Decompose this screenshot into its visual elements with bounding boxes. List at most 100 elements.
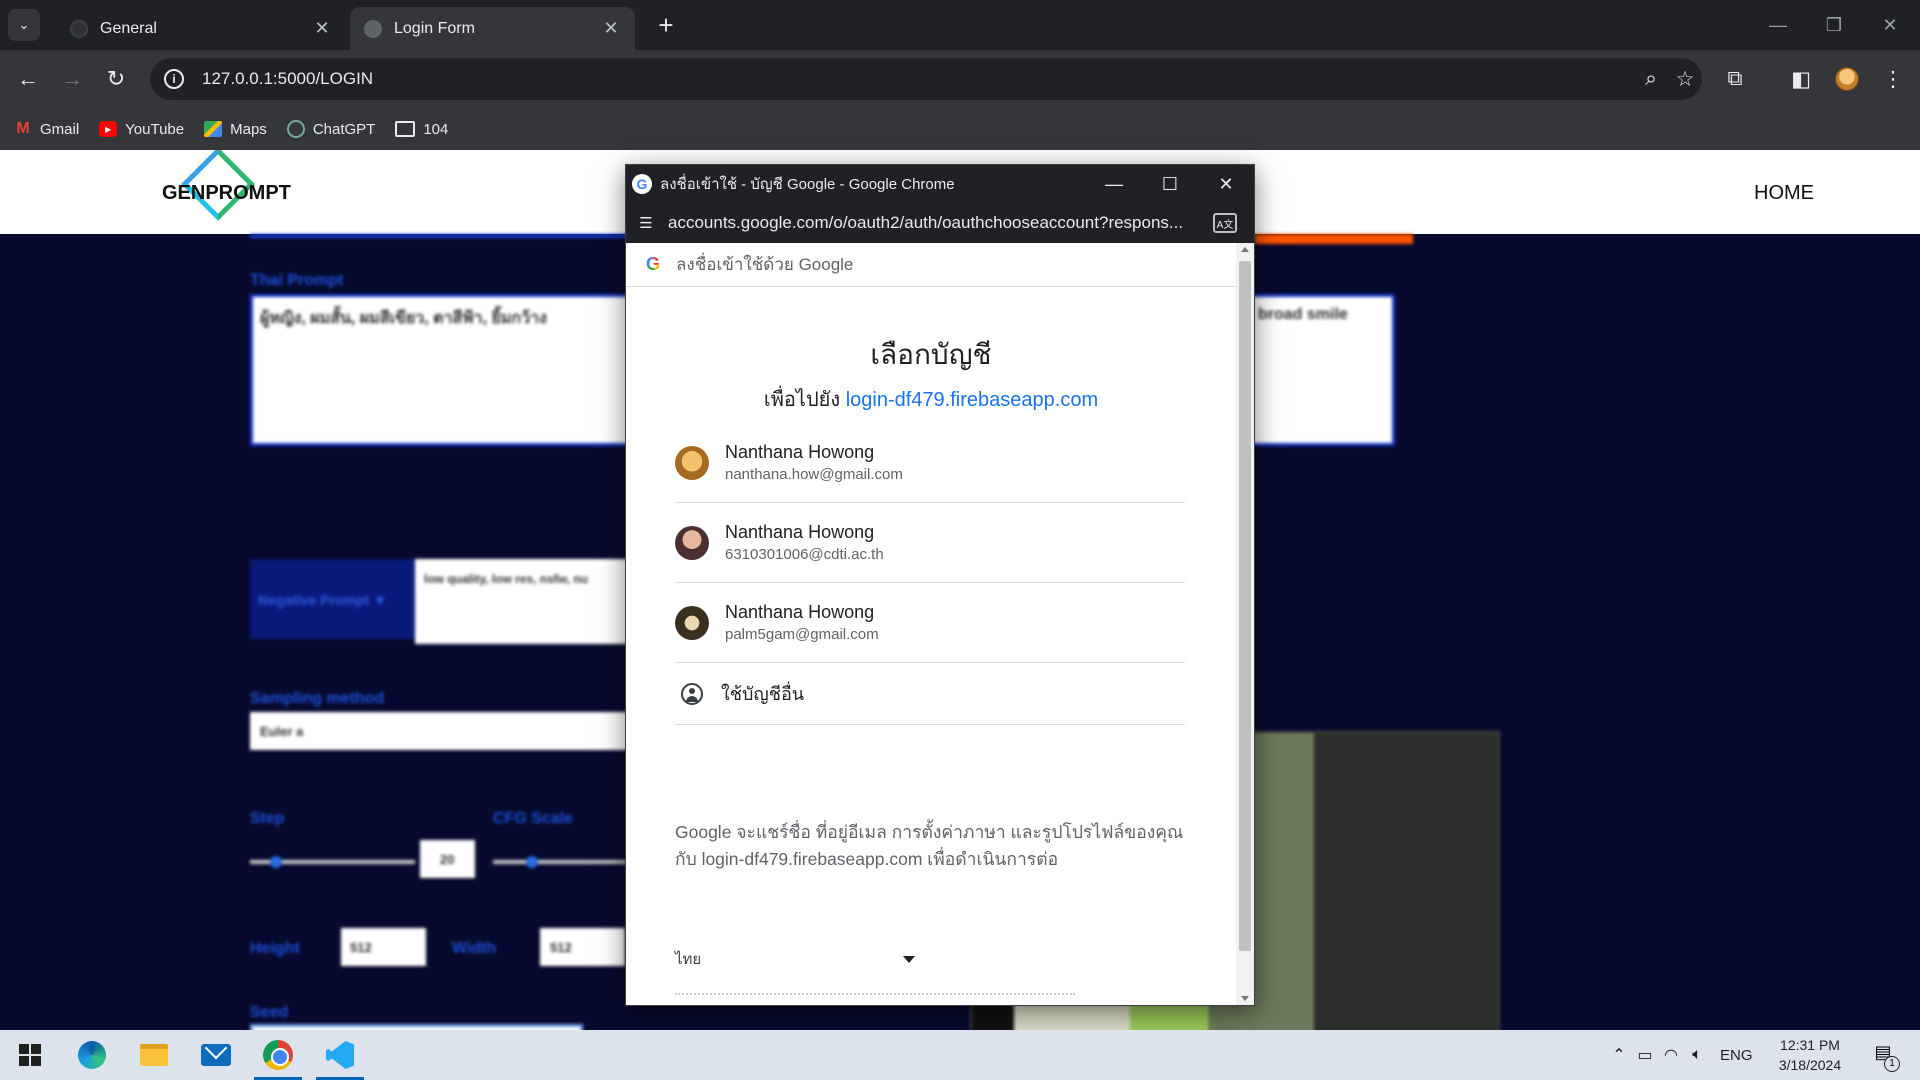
account-item[interactable]: Nanthana Howong nanthana.how@gmail.com	[675, 423, 1185, 503]
zoom-icon[interactable]: ⌕	[1634, 67, 1668, 91]
account-item[interactable]: Nanthana Howong palm5gam@gmail.com	[675, 583, 1185, 663]
sampling-method-value: Euler a	[260, 724, 304, 739]
scroll-up-icon[interactable]	[1241, 247, 1249, 252]
edge-icon	[78, 1041, 106, 1069]
account-text: Nanthana Howong nanthana.how@gmail.com	[725, 442, 903, 483]
popup-close-button[interactable]: ✕	[1198, 165, 1254, 203]
browser-toolbar: ← → ↻ i 127.0.0.1:5000/LOGIN ⌕ ☆ ⧉ ◧ ⋮	[0, 50, 1920, 108]
battery-icon[interactable]: ▭	[1632, 1045, 1658, 1065]
start-button[interactable]	[2, 1030, 58, 1080]
cfg-scale-slider-handle[interactable]	[526, 856, 538, 868]
scroll-down-icon[interactable]	[1241, 996, 1249, 1001]
wifi-icon[interactable]: ◠	[1658, 1045, 1684, 1065]
bookmark-gmail[interactable]: M Gmail	[14, 120, 80, 138]
address-url[interactable]: 127.0.0.1:5000/LOGIN	[202, 69, 1634, 89]
account-item[interactable]: Nanthana Howong 6310301006@cdti.ac.th	[675, 503, 1185, 583]
bookmark-chatgpt[interactable]: ChatGPT	[286, 120, 376, 138]
step-label: Step	[250, 810, 285, 827]
bookmark-label: Maps	[230, 120, 267, 138]
bookmark-folder-104[interactable]: 104	[395, 121, 448, 138]
close-icon[interactable]: ✕	[312, 18, 332, 39]
account-email: 6310301006@cdti.ac.th	[725, 546, 884, 563]
side-panel-button[interactable]: ◧	[1784, 63, 1818, 95]
back-button[interactable]: ←	[12, 63, 44, 95]
clock-time: 12:31 PM	[1780, 1037, 1840, 1053]
bookmark-label: YouTube	[125, 120, 185, 138]
reload-button[interactable]: ↻	[100, 63, 132, 95]
account-text: Nanthana Howong palm5gam@gmail.com	[725, 602, 879, 643]
negative-prompt-label: Negative Prompt ▼	[258, 592, 387, 608]
gmail-icon: M	[16, 120, 30, 137]
forward-button[interactable]: →	[56, 63, 88, 95]
cfg-scale-slider[interactable]	[493, 860, 633, 864]
taskbar-file-explorer[interactable]	[126, 1030, 182, 1080]
arrow-right-icon: →	[61, 66, 83, 91]
volume-icon[interactable]: 🔈︎	[1684, 1046, 1710, 1064]
account-name: Nanthana Howong	[725, 602, 875, 622]
avatar	[675, 605, 709, 640]
bookmark-youtube[interactable]: ▶ YouTube	[99, 121, 184, 138]
google-g-icon: G	[646, 254, 661, 274]
seed-label: Seed	[250, 1004, 289, 1021]
scroll-thumb[interactable]	[1239, 261, 1251, 951]
bookmark-label: ChatGPT	[312, 120, 376, 138]
nav-home-link[interactable]: HOME	[1754, 182, 1814, 205]
popup-address-bar[interactable]: ☰ accounts.google.com/o/oauth2/auth/oaut…	[626, 203, 1254, 243]
site-settings-icon[interactable]: ☰	[636, 214, 656, 232]
taskbar-edge[interactable]	[64, 1030, 120, 1080]
popup-titlebar[interactable]: G ลงชื่อเข้าใช้ - บัญชี Google - Google …	[626, 165, 1254, 203]
bookmark-label: 104	[423, 120, 449, 138]
use-another-account-button[interactable]: ใช้บัญชีอื่น	[675, 663, 1185, 725]
new-tab-button[interactable]: +	[650, 9, 682, 41]
profile-button[interactable]	[1830, 63, 1864, 95]
close-window-button[interactable]: ✕	[1862, 0, 1918, 50]
signin-header-text: ลงชื่อเข้าใช้ด้วย Google	[676, 255, 854, 274]
taskbar-chrome[interactable]	[250, 1030, 306, 1080]
cfg-scale-label: CFG Scale	[493, 810, 574, 827]
maximize-icon: ☐	[1161, 173, 1179, 194]
popup-url[interactable]: accounts.google.com/o/oauth2/auth/oauthc…	[668, 213, 1203, 233]
notification-center-button[interactable]: ▤ 1	[1868, 1042, 1900, 1072]
clock[interactable]: 12:31 PM 3/18/2024	[1766, 1035, 1854, 1075]
vscode-icon	[326, 1041, 354, 1069]
notification-count: 1	[1884, 1056, 1900, 1072]
use-another-account-label: ใช้บัญชีอื่น	[721, 684, 805, 704]
close-icon[interactable]: ✕	[601, 18, 621, 39]
sampling-method-select[interactable]	[250, 712, 650, 750]
address-bar[interactable]: i 127.0.0.1:5000/LOGIN ⌕ ☆	[150, 58, 1702, 100]
bookmark-label: Gmail	[40, 120, 80, 138]
account-text: Nanthana Howong 6310301006@cdti.ac.th	[725, 522, 884, 563]
taskbar-mail[interactable]	[188, 1030, 244, 1080]
step-slider-handle[interactable]	[270, 856, 282, 868]
restore-button[interactable]: ❐	[1806, 0, 1862, 50]
popup-scrollbar[interactable]	[1236, 243, 1254, 1005]
close-icon: ✕	[1882, 14, 1898, 35]
account-circle-icon	[681, 682, 703, 705]
genprompt-logo[interactable]: GENPROMPT	[162, 150, 291, 224]
maps-icon	[204, 121, 223, 137]
extensions-button[interactable]: ⧉	[1718, 63, 1752, 95]
language-select[interactable]: ไทย	[675, 943, 915, 975]
plus-icon: +	[658, 9, 674, 40]
subtitle-prefix: เพื่อไปยัง	[763, 389, 841, 411]
width-value: 512	[550, 940, 572, 955]
taskbar-vscode[interactable]	[312, 1030, 368, 1080]
translate-icon[interactable]: A文	[1213, 213, 1237, 233]
tab-title: Login Form	[394, 19, 475, 37]
menu-button[interactable]: ⋮	[1876, 63, 1910, 95]
bookmark-star-icon[interactable]: ☆	[1668, 67, 1702, 92]
app-domain-link[interactable]: login-df479.firebaseapp.com	[846, 389, 1098, 411]
tab-login-form[interactable]: Login Form ✕	[350, 7, 635, 50]
minimize-button[interactable]: —	[1750, 0, 1806, 50]
language-value: ไทย	[675, 951, 702, 968]
generate-button[interactable]	[1255, 234, 1413, 244]
tab-search-button[interactable]: ⌄	[8, 9, 40, 41]
reload-icon: ↻	[106, 66, 126, 91]
popup-maximize-button[interactable]: ☐	[1142, 165, 1198, 203]
chevron-up-icon[interactable]: ⌃	[1606, 1045, 1632, 1065]
tab-general[interactable]: General ✕	[56, 7, 346, 50]
bookmark-maps[interactable]: Maps	[204, 121, 267, 138]
site-info-icon[interactable]: i	[164, 69, 184, 89]
popup-minimize-button[interactable]: —	[1086, 165, 1142, 203]
input-language[interactable]: ENG	[1720, 1047, 1753, 1064]
